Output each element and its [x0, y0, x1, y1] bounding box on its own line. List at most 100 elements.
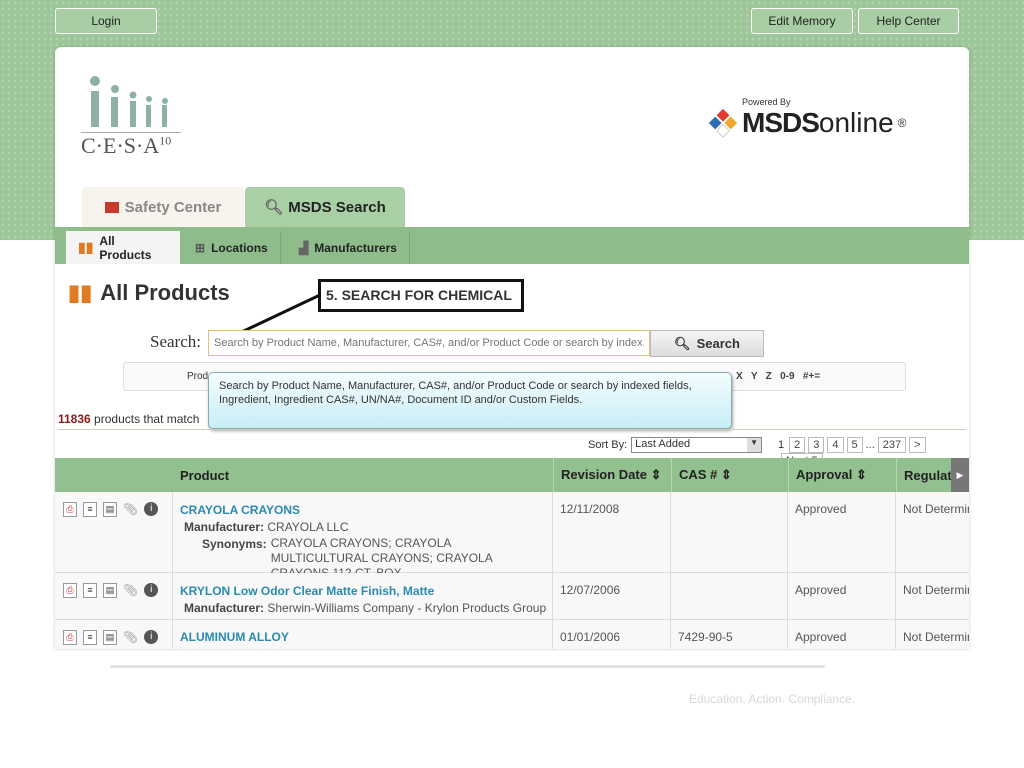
- brand-msds: MSDS: [742, 107, 820, 138]
- brand-online: online: [818, 107, 894, 138]
- tab-label: Safety Center: [124, 198, 222, 216]
- page-heading: ▮▮ All Products: [68, 280, 230, 306]
- page-link[interactable]: 4: [827, 437, 844, 453]
- annotation-callout: 5. SEARCH FOR CHEMICAL: [318, 279, 524, 312]
- col-approval[interactable]: Approval ⇕: [788, 458, 867, 492]
- sort-select[interactable]: Last Added ▼: [631, 437, 763, 453]
- edit-memory-button[interactable]: Edit Memory: [751, 8, 853, 34]
- manufacturer-label: Manufacturer:: [184, 601, 265, 615]
- brand-reg: ®: [897, 116, 907, 130]
- regulatory-status: Not Determin: [903, 583, 969, 597]
- subnav-label: Locations: [211, 240, 268, 255]
- search-input[interactable]: [208, 330, 650, 356]
- chevron-down-icon: ▼: [747, 438, 762, 452]
- revision-date: 01/01/2006: [560, 630, 621, 644]
- sort-value: Last Added: [635, 438, 691, 450]
- document-icon[interactable]: ≡: [83, 583, 97, 598]
- tab-label: MSDS Search: [288, 198, 386, 216]
- decorative-stroke: [110, 660, 825, 668]
- manufacturer-value: CRAYOLA LLC: [267, 520, 349, 534]
- regulatory-status: Not Determin: [903, 502, 969, 516]
- info-icon[interactable]: i: [144, 583, 159, 597]
- search-tooltip: Search by Product Name, Manufacturer, CA…: [208, 372, 732, 429]
- count-number: 11836: [58, 412, 91, 426]
- approval-status: Approved: [795, 583, 847, 597]
- page-ellipsis: ...: [865, 439, 875, 451]
- factory-icon: ▟: [299, 240, 309, 255]
- sub-navigation: ▮▮ All Products ⊞ Locations ▟ Manufacturers: [55, 227, 969, 264]
- attachment-icon[interactable]: 📎︎: [123, 583, 138, 598]
- index-letters[interactable]: X Y Z 0-9 #+=: [736, 371, 820, 382]
- count-text: products that match: [90, 412, 200, 426]
- login-button[interactable]: Login: [55, 8, 157, 34]
- approval-status: Approved: [795, 502, 847, 516]
- subnav-label: Manufacturers: [314, 240, 397, 255]
- page-link[interactable]: 3: [808, 437, 825, 453]
- table-row: ⎙ ≡ ▤ 📎︎ i ALUMINUM ALLOY 01/01/2006 7429-90…: [55, 620, 969, 649]
- search-label: Search:: [150, 332, 201, 351]
- powered-by: Powered By: [742, 97, 791, 107]
- page-link[interactable]: 5: [846, 437, 863, 453]
- manufacturer-value: Sherwin-Williams Company - Krylon Produc…: [267, 601, 547, 615]
- table-header: Product Revision Date ⇕ CAS # ⇕ Approval…: [55, 458, 969, 492]
- scroll-right-button[interactable]: ▶: [951, 458, 969, 492]
- sort-label: Sort By:: [588, 439, 628, 451]
- search-button[interactable]: 🔍︎ Search: [650, 330, 764, 357]
- col-product[interactable]: Product: [173, 458, 229, 492]
- index-prefix: Prod: [187, 371, 209, 382]
- col-cas[interactable]: CAS # ⇕: [671, 458, 732, 492]
- info-icon[interactable]: i: [144, 502, 159, 516]
- help-center-button[interactable]: Help Center: [858, 8, 959, 34]
- cas-number: 7429-90-5: [678, 630, 733, 644]
- document-icon[interactable]: ≡: [83, 630, 97, 645]
- result-count: 11836 products that match: [58, 412, 199, 426]
- document-icon[interactable]: ≡: [83, 502, 97, 517]
- products-icon: ▮▮: [68, 280, 93, 305]
- search-icon: 🔍︎: [264, 199, 284, 216]
- pdf-icon[interactable]: ⎙: [63, 630, 77, 645]
- attachment-icon[interactable]: 📎︎: [123, 630, 138, 645]
- table-row: ⎙ ≡ ▤ 📎︎ i KRYLON Low Odor Clear Matte Finis…: [55, 573, 969, 620]
- sort-control: Sort By: Last Added ▼: [588, 437, 763, 453]
- cesa-text: C·E·S·A: [81, 133, 160, 158]
- subnav-label: All Products: [99, 233, 152, 262]
- cesa-sup: 10: [159, 133, 172, 148]
- product-link[interactable]: ALUMINUM ALLOY: [180, 630, 289, 644]
- next-page-button[interactable]: >: [909, 437, 926, 453]
- pdf-icon[interactable]: ⎙: [63, 583, 77, 598]
- row-actions: ⎙ ≡ ▤ 📎︎ i: [63, 630, 159, 645]
- label-icon[interactable]: ▤: [103, 630, 117, 645]
- page-link[interactable]: 2: [789, 437, 806, 453]
- page-link[interactable]: 237: [877, 437, 907, 453]
- col-revision-date[interactable]: Revision Date ⇕: [553, 458, 661, 492]
- label-icon[interactable]: ▤: [103, 583, 117, 598]
- table-row: ⎙ ≡ ▤ 📎︎ i CRAYOLA CRAYONS Manufacturer: CRA…: [55, 492, 969, 580]
- cesa-logo: C·E·S·A10: [81, 75, 181, 159]
- regulatory-status: Not Determin: [903, 630, 969, 644]
- pdf-icon[interactable]: ⎙: [63, 502, 77, 517]
- revision-date: 12/11/2008: [560, 502, 620, 516]
- search-button-label: Search: [696, 336, 740, 351]
- main-panel: C·E·S·A10 Powered By MSDS online ® Safety …: [55, 47, 969, 649]
- footer-tagline: Education. Action. Compliance.: [689, 692, 856, 706]
- product-link[interactable]: CRAYOLA CRAYONS: [180, 502, 550, 519]
- row-actions: ⎙ ≡ ▤ 📎︎ i: [63, 583, 159, 598]
- tab-safety-center[interactable]: Safety Center: [82, 187, 244, 227]
- label-icon[interactable]: ▤: [103, 502, 117, 517]
- page-title: All Products: [100, 280, 230, 305]
- subnav-locations[interactable]: ⊞ Locations: [183, 231, 281, 264]
- subnav-manufacturers[interactable]: ▟ Manufacturers: [287, 231, 410, 264]
- hierarchy-icon: ⊞: [195, 240, 206, 255]
- revision-date: 12/07/2006: [560, 583, 621, 597]
- row-actions: ⎙ ≡ ▤ 📎︎ i: [63, 502, 159, 517]
- msdsonline-logo: Powered By MSDS online ®: [708, 97, 906, 139]
- subnav-all-products[interactable]: ▮▮ All Products: [66, 231, 180, 264]
- product-link[interactable]: KRYLON Low Odor Clear Matte Finish, Matt…: [180, 583, 550, 600]
- attachment-icon[interactable]: 📎︎: [123, 502, 138, 517]
- magnifier-icon: 🔍︎: [674, 335, 691, 351]
- tab-msds-search[interactable]: 🔍︎ MSDS Search: [245, 187, 405, 227]
- col-regulatory[interactable]: Regulat: [896, 458, 952, 492]
- page-current: 1: [778, 439, 785, 451]
- approval-status: Approved: [795, 630, 847, 644]
- info-icon[interactable]: i: [144, 630, 159, 644]
